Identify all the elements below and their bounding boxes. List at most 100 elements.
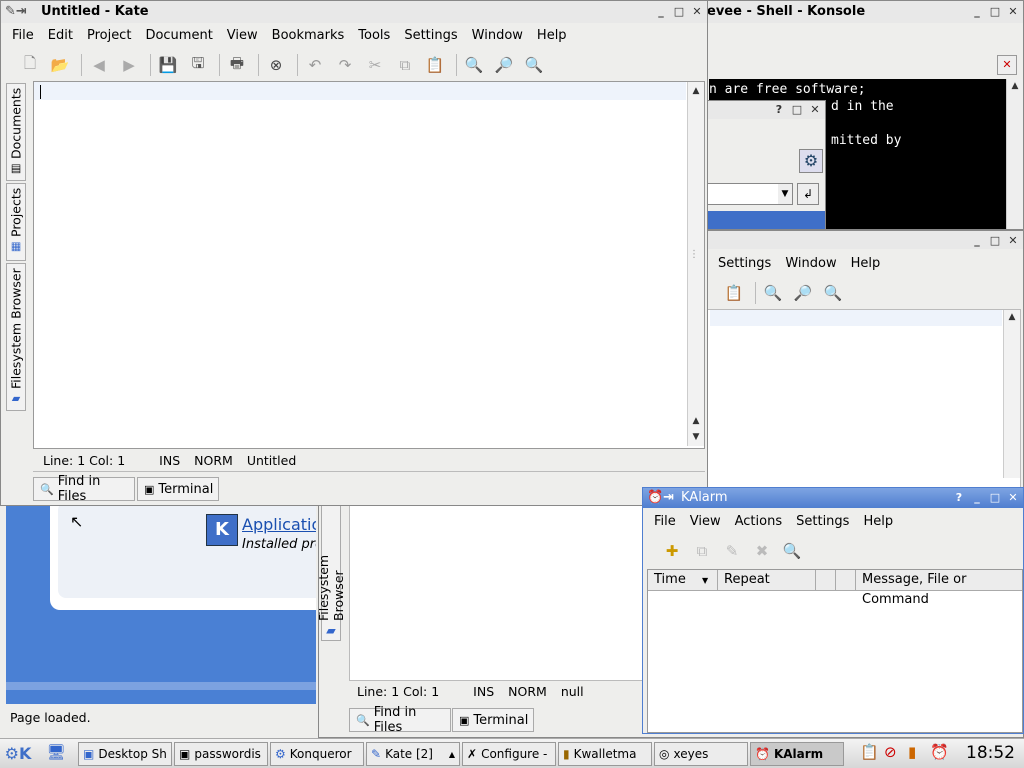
menu-project[interactable]: Project <box>80 28 138 43</box>
minimize-icon[interactable]: _ <box>969 4 985 20</box>
print-icon[interactable]: 🖶 <box>224 52 250 78</box>
open-file-icon[interactable]: 📂 <box>47 52 73 78</box>
delete-icon[interactable]: ✖ <box>749 538 775 564</box>
menu-settings[interactable]: Settings <box>397 28 464 43</box>
zoom-in-icon[interactable]: 🔎 <box>790 280 816 306</box>
kalarm-tray-icon[interactable]: ⏰ <box>930 743 949 761</box>
zoom-out-icon[interactable]: 🔍 <box>820 280 846 306</box>
menu-settings[interactable]: Settings <box>711 256 778 271</box>
scroll-up-icon[interactable]: ▲ <box>688 414 704 428</box>
terminal-tab[interactable]: ▣ Terminal <box>137 477 219 501</box>
kalarm-titlebar[interactable]: ⏰⇥ KAlarm ? _ □ ✕ <box>643 488 1023 508</box>
menu-help[interactable]: Help <box>844 256 888 271</box>
konsole-close-session-icon[interactable]: ✕ <box>997 55 1017 75</box>
minimize-icon[interactable]: _ <box>969 233 985 249</box>
task-xeyes[interactable]: ◎ xeyes <box>654 742 748 766</box>
find-icon[interactable]: 🔍 <box>779 538 805 564</box>
maximize-icon[interactable]: □ <box>671 4 687 20</box>
undo-icon[interactable]: ↶ <box>302 52 328 78</box>
kate-editor[interactable]: ▲ ▲ ▼ <box>33 81 705 449</box>
help-icon[interactable]: ? <box>951 490 967 506</box>
kde-menu-icon[interactable]: ⚙K <box>4 742 32 766</box>
menu-help[interactable]: Help <box>856 514 900 529</box>
konsole-titlebar[interactable]: evee - Shell - Konsole _ □ ✕ <box>701 1 1023 23</box>
column-repeat[interactable]: Repeat <box>718 570 816 590</box>
scroll-down-icon[interactable]: ▼ <box>688 430 704 444</box>
maximize-icon[interactable]: □ <box>987 233 1003 249</box>
zoom-out-icon[interactable]: 🔍 <box>521 52 547 78</box>
konqueror-content[interactable]: K Applicatio Installed pro ↖ <box>6 504 316 704</box>
kwallet-tray-icon[interactable]: ▮ <box>908 743 916 761</box>
column-message[interactable]: Message, File or Command <box>856 570 1022 607</box>
cut-icon[interactable]: ✂ <box>362 52 388 78</box>
menu-file[interactable]: File <box>647 514 683 529</box>
back-icon[interactable]: ◀ <box>86 52 112 78</box>
menu-settings[interactable]: Settings <box>789 514 856 529</box>
filesystem-browser-sidetab[interactable]: ▰ Filesystem Browser <box>319 503 346 641</box>
find-in-files-tab[interactable]: 🔍 Find in Files <box>349 705 451 735</box>
task-konqueror[interactable]: ⚙ Konqueror <box>270 742 364 766</box>
close-document-icon[interactable]: ⊗ <box>263 52 289 78</box>
edit-icon[interactable]: ✎ <box>719 538 745 564</box>
task-kate-group[interactable]: ✎ Kate [2] ▲ <box>366 742 460 766</box>
alarm-list[interactable]: Time ▼ Repeat Message, File or Command <box>647 569 1023 733</box>
projects-sidetab[interactable]: ▦ Projects <box>6 183 26 261</box>
task-desktop-sharing[interactable]: ▣ Desktop Sh <box>78 742 172 766</box>
column-color[interactable] <box>816 570 836 590</box>
klipper-icon[interactable]: 📋 <box>860 743 879 761</box>
new-file-icon[interactable]: 🗋 <box>17 52 43 78</box>
menu-window[interactable]: Window <box>778 256 843 271</box>
task-configure[interactable]: ✗ Configure - <box>462 742 556 766</box>
minimize-icon[interactable]: _ <box>653 4 669 20</box>
menu-tools[interactable]: Tools <box>351 28 397 43</box>
zoom-in-icon[interactable]: 🔎 <box>491 52 517 78</box>
enter-icon[interactable]: ↲ <box>797 183 819 205</box>
network-icon[interactable]: ⊘ <box>884 743 897 761</box>
paste-icon[interactable]: 📋 <box>721 280 747 306</box>
close-icon[interactable]: ✕ <box>689 4 705 20</box>
menu-window[interactable]: Window <box>465 28 530 43</box>
splitter-handle[interactable]: ⋮ <box>689 249 699 260</box>
copy-icon[interactable]: ⧉ <box>392 52 418 78</box>
scroll-up-icon[interactable]: ▲ <box>688 84 704 98</box>
konsole-scrollbar[interactable]: ▲ <box>1006 79 1023 229</box>
clock[interactable]: 18:52 <box>966 743 1015 763</box>
show-desktop-icon[interactable]: 🖥 <box>42 743 70 765</box>
find-icon[interactable]: 🔍 <box>461 52 487 78</box>
task-kwalletmanager[interactable]: ▮ Kwalletma <box>558 742 652 766</box>
minimize-icon[interactable]: _ <box>969 490 985 506</box>
menu-file[interactable]: File <box>5 28 41 43</box>
maximize-icon[interactable]: □ <box>987 490 1003 506</box>
selected-list-item[interactable] <box>707 211 825 229</box>
kate-titlebar[interactable]: ✎⇥ Untitled - Kate _ □ ✕ <box>1 1 707 23</box>
gear-icon[interactable]: ⚙ <box>799 149 823 173</box>
maximize-icon[interactable]: □ <box>789 102 805 118</box>
dialog-combobox[interactable]: ▼ <box>707 183 793 205</box>
menu-bookmarks[interactable]: Bookmarks <box>265 28 352 43</box>
close-icon[interactable]: ✕ <box>807 102 823 118</box>
find-in-files-tab[interactable]: 🔍 Find in Files <box>33 474 135 504</box>
editor-scrollbar[interactable]: ▲ <box>1003 310 1020 478</box>
menu-view[interactable]: View <box>220 28 265 43</box>
menu-view[interactable]: View <box>683 514 728 529</box>
help-icon[interactable]: ? <box>771 102 787 118</box>
applications-link[interactable]: Applicatio <box>242 515 316 534</box>
column-time[interactable]: Time ▼ <box>648 570 718 590</box>
close-icon[interactable]: ✕ <box>1005 4 1021 20</box>
find-icon[interactable]: 🔍 <box>760 280 786 306</box>
filesystem-browser-sidetab[interactable]: ▰ Filesystem Browser <box>6 263 26 411</box>
close-icon[interactable]: ✕ <box>1005 490 1021 506</box>
redo-icon[interactable]: ↷ <box>332 52 358 78</box>
task-kalarm[interactable]: ⏰ KAlarm <box>750 742 844 766</box>
menu-actions[interactable]: Actions <box>728 514 790 529</box>
task-passwordis[interactable]: ▣ passwordis <box>174 742 268 766</box>
editor-scrollbar[interactable]: ▲ ▲ ▼ <box>687 82 704 446</box>
save-icon[interactable]: 💾 <box>155 52 181 78</box>
save-as-icon[interactable]: 🖫 <box>185 52 211 78</box>
documents-sidetab[interactable]: ▤ Documents <box>6 83 26 181</box>
close-icon[interactable]: ✕ <box>1005 233 1021 249</box>
forward-icon[interactable]: ▶ <box>116 52 142 78</box>
menu-help[interactable]: Help <box>530 28 574 43</box>
maximize-icon[interactable]: □ <box>987 4 1003 20</box>
column-type[interactable] <box>836 570 856 590</box>
